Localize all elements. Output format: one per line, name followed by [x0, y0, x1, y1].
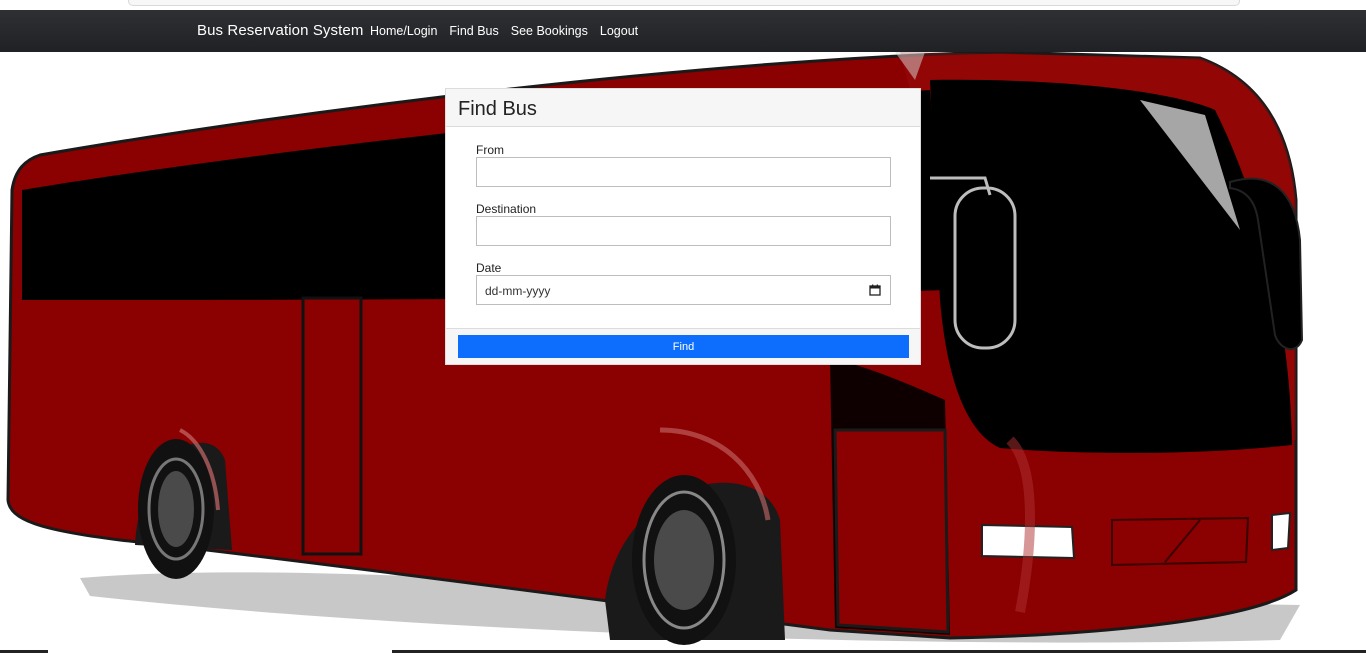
nav-links: Home/Login Find Bus See Bookings Logout — [370, 24, 638, 38]
browser-address-pill — [128, 0, 1240, 6]
from-input[interactable] — [476, 157, 891, 187]
calendar-icon[interactable] — [869, 284, 881, 296]
card-footer: Find — [446, 328, 920, 364]
card-header: Find Bus — [446, 89, 920, 127]
nav-link-find-bus[interactable]: Find Bus — [449, 24, 498, 38]
date-input[interactable]: dd-mm-yyyy — [476, 275, 891, 305]
date-label: Date — [476, 261, 502, 275]
destination-label: Destination — [476, 202, 537, 216]
find-button[interactable]: Find — [458, 335, 909, 358]
nav-link-home-login[interactable]: Home/Login — [370, 24, 437, 38]
destination-input[interactable] — [476, 216, 891, 246]
brand-title[interactable]: Bus Reservation System — [197, 22, 363, 39]
navbar: Bus Reservation System Home/Login Find B… — [0, 10, 1366, 52]
find-bus-card: Find Bus From Destination Date dd-mm-yyy… — [445, 88, 921, 365]
date-placeholder: dd-mm-yyyy — [485, 284, 551, 298]
from-label: From — [476, 143, 504, 157]
nav-link-logout[interactable]: Logout — [600, 24, 638, 38]
nav-link-see-bookings[interactable]: See Bookings — [511, 24, 588, 38]
browser-top-strip — [0, 0, 1366, 10]
card-title: Find Bus — [458, 98, 537, 120]
